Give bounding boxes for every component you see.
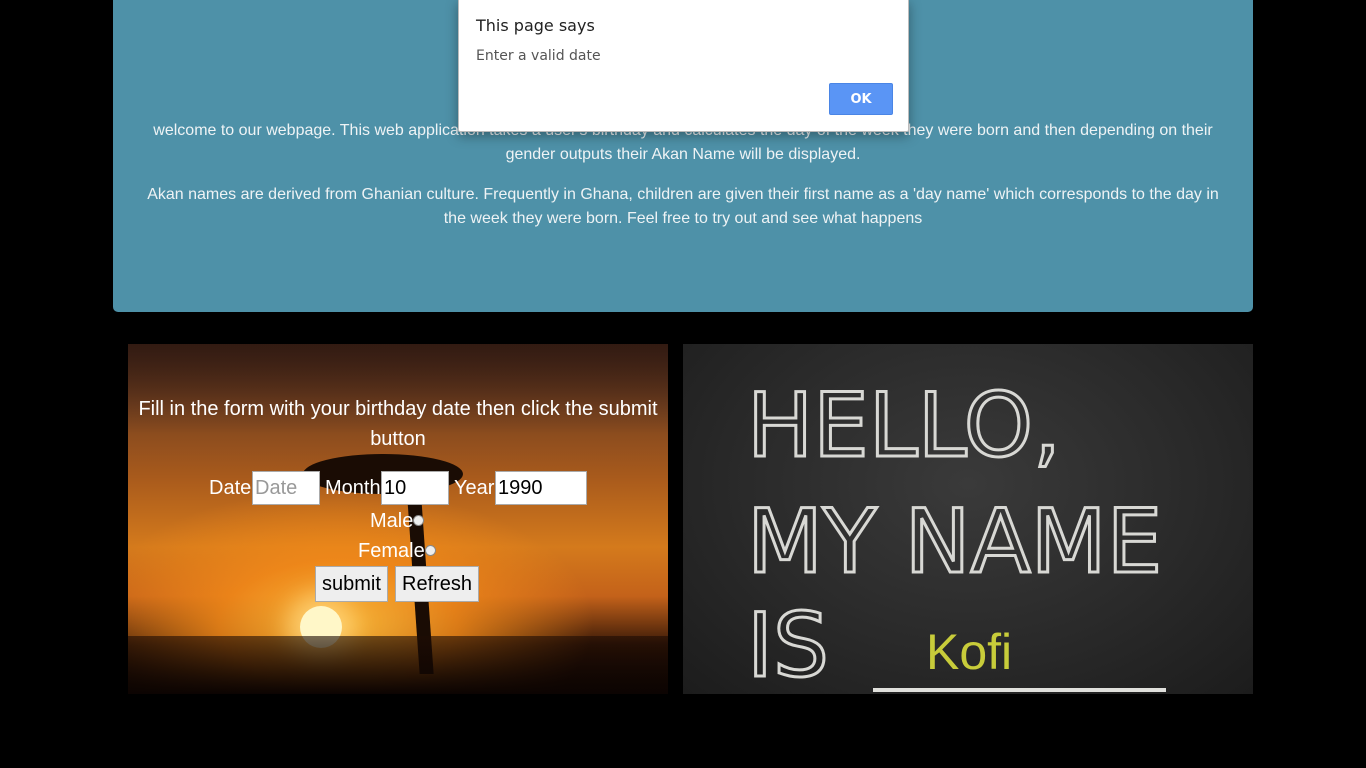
form-instructions: Fill in the form with your birthday date… bbox=[138, 398, 658, 450]
female-label: Female bbox=[358, 540, 425, 562]
month-input[interactable] bbox=[381, 471, 449, 505]
alert-dialog: This page says Enter a valid date OK bbox=[458, 0, 909, 132]
chalk-line-hello: HELLO, bbox=[747, 374, 1061, 477]
dialog-message: Enter a valid date bbox=[476, 48, 601, 64]
ok-button[interactable]: OK bbox=[829, 83, 893, 115]
chalk-line-my-name: MY NAME bbox=[747, 490, 1162, 593]
year-input[interactable] bbox=[495, 471, 587, 505]
date-input[interactable] bbox=[252, 471, 320, 505]
male-radio[interactable] bbox=[413, 515, 424, 526]
date-label: Date bbox=[209, 477, 252, 499]
dialog-title: This page says bbox=[476, 16, 595, 35]
savanna-ground bbox=[128, 636, 668, 694]
refresh-button[interactable]: Refresh bbox=[395, 566, 480, 602]
year-label: Year bbox=[454, 477, 495, 499]
month-label: Month bbox=[325, 477, 381, 499]
akan-name-output: Kofi bbox=[926, 624, 1013, 680]
chalk-line-is: IS bbox=[747, 594, 829, 694]
submit-button[interactable]: submit bbox=[315, 566, 388, 602]
form-panel: Fill in the form with your birthday date… bbox=[128, 344, 668, 694]
female-radio[interactable] bbox=[425, 545, 436, 556]
intro-paragraph-2: Akan names are derived from Ghanian cult… bbox=[147, 186, 1219, 227]
result-panel: HELLO, MY NAME IS Kofi bbox=[683, 344, 1253, 694]
